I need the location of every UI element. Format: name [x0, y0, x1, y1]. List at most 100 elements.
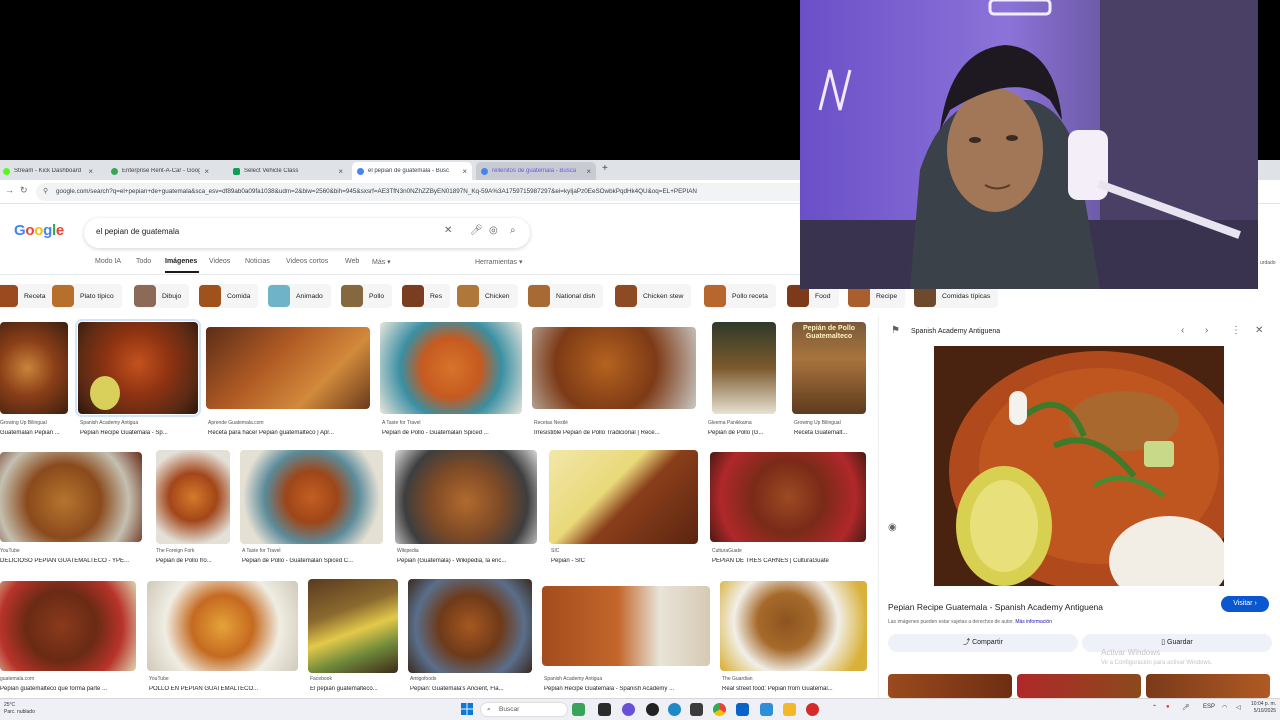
image-result[interactable]: [0, 581, 136, 671]
app-icon[interactable]: [760, 703, 773, 716]
result-caption[interactable]: Pepián guatemalteco que forma parte ...: [0, 686, 140, 692]
result-caption[interactable]: Pepián de Pollo (G...: [708, 430, 778, 436]
outlook-icon[interactable]: [736, 703, 749, 716]
lens-search-icon[interactable]: ◉: [888, 522, 897, 533]
image-result[interactable]: [720, 581, 867, 671]
close-tab-icon[interactable]: ×: [88, 167, 93, 176]
result-caption[interactable]: Pepián (Guatemala) - Wikipedia, la enc..…: [397, 558, 539, 564]
chip-dibujo[interactable]: Dibujo: [134, 284, 190, 308]
tray-app-icon[interactable]: ●: [1166, 704, 1170, 710]
clock[interactable]: 10:04 p. m. 5/10/2025: [1251, 701, 1276, 715]
nav-news[interactable]: Noticias: [245, 258, 270, 265]
panel-source[interactable]: Spanish Academy Antiguena: [911, 328, 1000, 335]
google-logo[interactable]: Google: [14, 222, 64, 239]
share-button[interactable]: ⤴ Compartir: [888, 634, 1078, 652]
chip-plato-tipico[interactable]: Plato típico: [52, 284, 122, 308]
photos-app-icon[interactable]: [572, 703, 585, 716]
chip-animado[interactable]: Animado: [268, 284, 331, 308]
copilot-icon[interactable]: [622, 703, 635, 716]
volume-icon[interactable]: ◁: [1236, 704, 1241, 711]
result-caption[interactable]: Pepian Recipe Guatemala - Sp...: [80, 430, 200, 436]
nav-web[interactable]: Web: [345, 258, 359, 265]
panel-title[interactable]: Pepian Recipe Guatemala - Spanish Academ…: [888, 602, 1103, 612]
more-info-link[interactable]: Más información: [1015, 619, 1052, 625]
more-options-icon[interactable]: ⋮: [1231, 325, 1241, 336]
taskbar-search[interactable]: ⌕ Buscar: [480, 702, 568, 717]
image-result[interactable]: [532, 327, 696, 409]
image-result-selected[interactable]: [75, 319, 201, 417]
result-caption[interactable]: Real street food: Pepián from Guatemal..…: [722, 686, 869, 692]
tab-kick[interactable]: Stream - Kick Dashboard ×: [0, 162, 98, 180]
search-icon[interactable]: ⌕: [510, 225, 516, 236]
nav-images[interactable]: Imágenes: [165, 258, 197, 265]
chip-chicken-stew[interactable]: Chicken stew: [615, 284, 692, 308]
image-result[interactable]: [206, 327, 370, 409]
wifi-icon[interactable]: ◠: [1222, 704, 1227, 711]
app-icon[interactable]: [646, 703, 659, 716]
image-result[interactable]: [0, 452, 142, 542]
image-result[interactable]: [408, 579, 532, 673]
chip-receta[interactable]: Receta: [0, 284, 54, 308]
result-caption[interactable]: Receta para hacer Pepián guatemalteco | …: [208, 430, 372, 436]
chip-pollo[interactable]: Pollo: [341, 284, 393, 308]
close-tab-icon[interactable]: ×: [462, 167, 467, 176]
image-result[interactable]: [712, 322, 776, 414]
previous-icon[interactable]: ‹: [1181, 325, 1184, 336]
tab-vehicle[interactable]: Select Vehicle Class ×: [228, 162, 348, 180]
image-result[interactable]: Pepián de Pollo Guatemalteco: [792, 322, 866, 414]
tab-rellenitos-search[interactable]: rellenitos de guatemala - Busca ×: [476, 162, 596, 180]
preview-image[interactable]: [934, 346, 1224, 586]
related-image[interactable]: [1146, 674, 1270, 698]
tools-button[interactable]: Herramientas ▾: [475, 258, 522, 266]
close-tab-icon[interactable]: ×: [204, 167, 209, 176]
chip-national-dish[interactable]: National dish: [528, 284, 604, 308]
close-tab-icon[interactable]: ×: [586, 167, 591, 176]
file-explorer-icon[interactable]: [783, 703, 796, 716]
clear-icon[interactable]: ✕: [444, 225, 452, 236]
result-caption[interactable]: Pepián de Pollo - Guatemalan Spiced ...: [382, 430, 524, 436]
image-result[interactable]: [147, 581, 298, 671]
chrome-icon[interactable]: [713, 703, 726, 716]
microphone-icon[interactable]: 🎤︎: [1182, 704, 1190, 711]
chip-res[interactable]: Res: [402, 284, 451, 308]
image-result[interactable]: [380, 322, 522, 414]
tab-pepian-search[interactable]: el pepian de guatemala - Busc ×: [352, 162, 472, 180]
result-caption[interactable]: DELICIOSO PEPIAN GUATEMALTECO - YPE...: [0, 558, 150, 564]
result-caption[interactable]: Pepián - SIC: [551, 558, 700, 564]
search-query[interactable]: el pepian de guatemala: [96, 227, 179, 236]
nav-videos[interactable]: Videos: [209, 258, 230, 265]
image-result[interactable]: [156, 450, 230, 544]
nav-short-videos[interactable]: Videos cortos: [286, 258, 328, 265]
image-result[interactable]: [710, 452, 866, 542]
result-caption[interactable]: POLLO EN PEPIAN GUATEMALTECO...: [149, 686, 300, 692]
windows-start-icon[interactable]: [461, 703, 473, 715]
image-result[interactable]: [549, 450, 698, 544]
related-image[interactable]: [888, 674, 1012, 698]
reload-icon[interactable]: ↻: [20, 185, 28, 196]
chip-chicken[interactable]: Chicken: [457, 284, 518, 308]
tray-arrow-icon[interactable]: ⌃: [1152, 704, 1157, 711]
close-tab-icon[interactable]: ×: [338, 167, 343, 176]
site-info-icon[interactable]: ⚲: [43, 183, 48, 201]
result-caption[interactable]: Pepián de Pollo - Guatemalan Spiced C...: [242, 558, 385, 564]
edge-icon[interactable]: [668, 703, 681, 716]
next-icon[interactable]: ›: [1205, 325, 1208, 336]
app-icon[interactable]: [806, 703, 819, 716]
close-icon[interactable]: ✕: [1255, 325, 1263, 336]
chip-comida[interactable]: Comida: [199, 284, 259, 308]
task-view-icon[interactable]: [598, 703, 611, 716]
lens-icon[interactable]: ◎: [489, 225, 498, 236]
new-tab-icon[interactable]: +: [602, 163, 608, 174]
microphone-icon[interactable]: 🎤︎: [470, 225, 483, 236]
forward-icon[interactable]: →: [5, 185, 14, 195]
result-caption[interactable]: Irresistible Pepián de Pollo Tradicional…: [534, 430, 698, 436]
image-result[interactable]: [542, 586, 710, 666]
result-caption[interactable]: Guatemalan Pepián ...: [0, 430, 70, 436]
tab-enterprise[interactable]: Enterprise Rent-A-Car - Googl ×: [106, 162, 214, 180]
result-caption[interactable]: Pepian Recipe Guatemala - Spanish Academ…: [544, 686, 712, 692]
image-result[interactable]: [0, 322, 68, 414]
image-result[interactable]: [240, 450, 383, 544]
result-caption[interactable]: Pepián de Pollo fro...: [156, 558, 230, 564]
language-indicator[interactable]: ESP: [1203, 704, 1215, 710]
weather-widget[interactable]: 25°C Parc. nublado: [4, 702, 35, 716]
